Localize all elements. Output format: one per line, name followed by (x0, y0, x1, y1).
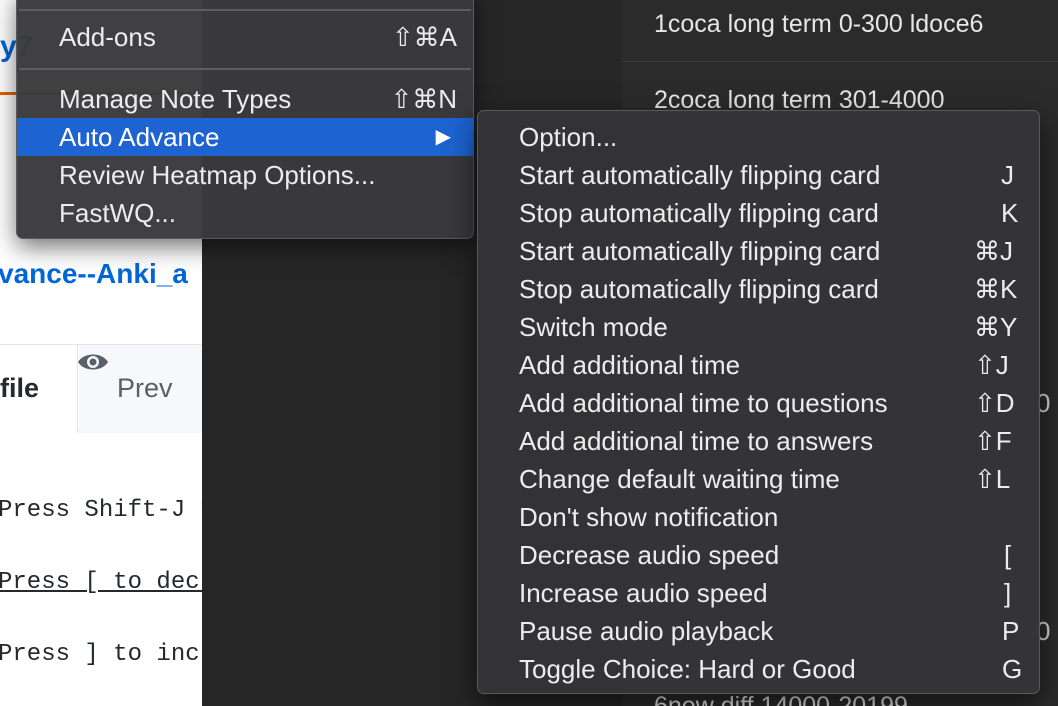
shortcut-label: ⌘J (974, 236, 1013, 266)
submenu-item-switch-mode[interactable]: Switch mode ⌘Y (478, 308, 1039, 346)
tab-preview[interactable]: Prev (78, 345, 202, 433)
submenu-item-stop-flipping-cmd[interactable]: Stop automatically flipping card ⌘K (478, 270, 1039, 308)
shortcut-label: ⇧D (974, 388, 1015, 418)
submenu-item-stop-flipping[interactable]: Stop automatically flipping card K (478, 194, 1039, 232)
submenu-item-dont-show-notification[interactable]: Don't show notification (478, 498, 1039, 536)
submenu-item-increase-audio-speed[interactable]: Increase audio speed ] (478, 574, 1039, 612)
deck-name: 1coca long term 0-300 ldoce6 (654, 10, 984, 38)
code-line: Press Shift-J t (0, 497, 202, 524)
submenu-item-decrease-audio-speed[interactable]: Decrease audio speed [ (478, 536, 1039, 574)
cut-off-code-line: - - - - (20, 438, 90, 450)
shortcut-label: K (1001, 198, 1019, 228)
menu-item-auto-advance[interactable]: Auto Advance ▶ (17, 118, 473, 156)
submenu-item-add-time-answers[interactable]: Add additional time to answers ⇧F (478, 422, 1039, 460)
shortcut-label: ⌘K (974, 274, 1018, 304)
menu-item-fastwq[interactable]: FastWQ... (17, 194, 473, 232)
menu-item-manage-note-types[interactable]: Manage Note Types ⇧⌘N (17, 80, 473, 118)
code-line: Press ] to incr (0, 641, 202, 668)
deck-name: 6new diff 14000-20199 (654, 692, 908, 706)
shortcut-label: ⇧F (974, 426, 1012, 456)
shortcut-label: ⇧⌘N (390, 84, 457, 114)
submenu-item-option[interactable]: Option... (478, 118, 1039, 156)
submenu-item-change-waiting-time[interactable]: Change default waiting time ⇧L (478, 460, 1039, 498)
auto-advance-submenu: Option... Start automatically flipping c… (477, 110, 1040, 694)
submenu-item-pause-audio[interactable]: Pause audio playback P (478, 612, 1039, 650)
shortcut-label: J (1001, 160, 1014, 190)
submenu-item-start-flipping-cmd[interactable]: Start automatically flipping card ⌘J (478, 232, 1039, 270)
tab-edit-file[interactable]: file (0, 345, 78, 433)
menu-item-review-heatmap-options[interactable]: Review Heatmap Options... (17, 156, 473, 194)
shortcut-label: P (1002, 616, 1020, 646)
submenu-item-start-flipping[interactable]: Start automatically flipping card J (478, 156, 1039, 194)
shortcut-label: ⇧L (974, 464, 1011, 494)
shortcut-label: ⇧⌘A (391, 22, 457, 52)
tab-preview-label: Prev (117, 373, 173, 403)
deck-row[interactable]: 1coca long term 0-300 ldoce6 (622, 0, 1058, 62)
eye-icon (78, 354, 108, 370)
code-line: Press [ to decr (0, 569, 202, 596)
submenu-item-add-time[interactable]: Add additional time ⇧J (478, 346, 1039, 384)
submenu-item-add-time-questions[interactable]: Add additional time to questions ⇧D (478, 384, 1039, 422)
shortcut-label: ⇧J (974, 350, 1009, 380)
menu-separator (19, 9, 471, 11)
repo-link[interactable]: vance--Anki_a (0, 258, 188, 290)
shortcut-label: ⌘Y (974, 312, 1018, 342)
shortcut-label: G (1002, 654, 1023, 684)
shortcut-label: ] (1004, 578, 1012, 608)
menu-item-add-ons[interactable]: Add-ons ⇧⌘A (17, 18, 473, 56)
menu-separator (19, 68, 471, 70)
shortcut-label: [ (1004, 540, 1012, 570)
submenu-arrow-icon: ▶ (435, 126, 451, 148)
tools-menu: Add-ons ⇧⌘A Manage Note Types ⇧⌘N Auto A… (16, 0, 474, 239)
submenu-item-toggle-choice[interactable]: Toggle Choice: Hard or Good G (478, 650, 1039, 688)
file-view-tabs: file Prev (0, 344, 202, 433)
